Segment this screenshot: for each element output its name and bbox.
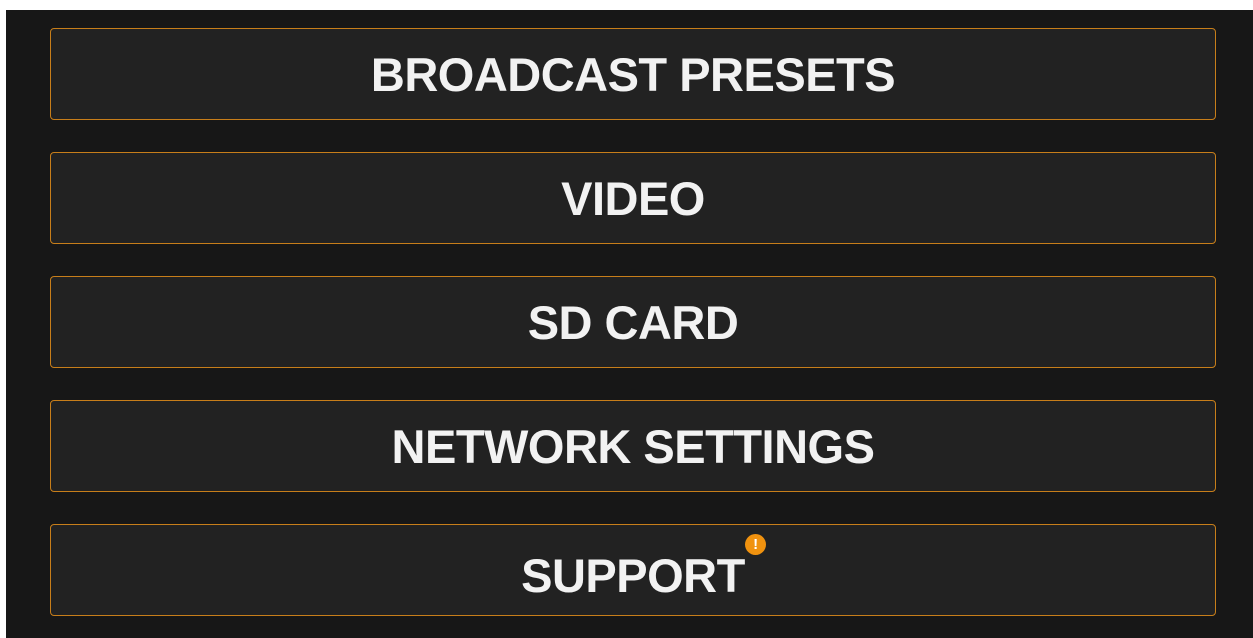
settings-menu-panel: BROADCAST PRESETS VIDEO SD CARD NETWORK … [6,10,1253,638]
sd-card-button[interactable]: SD CARD [50,276,1216,368]
video-button[interactable]: VIDEO [50,152,1216,244]
support-button[interactable]: SUPPORT ! [50,524,1216,616]
support-label: SUPPORT ! [521,533,766,602]
network-settings-button[interactable]: NETWORK SETTINGS [50,400,1216,492]
network-settings-label: NETWORK SETTINGS [391,419,875,473]
broadcast-presets-button[interactable]: BROADCAST PRESETS [50,28,1216,120]
sd-card-label: SD CARD [527,295,739,349]
broadcast-presets-label: BROADCAST PRESETS [370,47,896,101]
support-label-text: SUPPORT [521,548,745,602]
alert-badge-icon: ! [744,533,766,555]
video-label: VIDEO [561,171,705,225]
